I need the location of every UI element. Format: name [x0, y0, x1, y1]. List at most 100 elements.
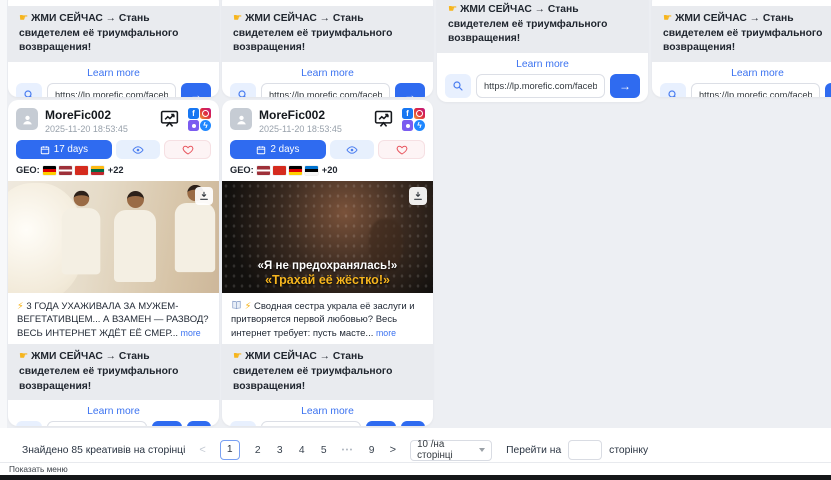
ad-creative-image: [8, 181, 219, 293]
url-row: →: [8, 83, 219, 97]
header-icons: f ϟ: [158, 108, 211, 131]
bottom-black-bar: [0, 475, 831, 480]
ad-creative-image: «Я не предохранялась!» «Трахай её жёстко…: [222, 181, 433, 293]
learn-more-link[interactable]: Learn more: [222, 406, 433, 417]
search-icon: [23, 89, 35, 97]
preview-button[interactable]: [116, 140, 161, 159]
open-url-button[interactable]: →: [395, 83, 425, 97]
ad-card-1: MoreFic002 2025-11-20 18:53:45 f ϟ 17 da…: [8, 100, 219, 426]
open-url-button[interactable]: →: [152, 421, 182, 426]
learn-more-link[interactable]: Learn more: [437, 59, 648, 70]
cta-text: ЖМИ СЕЙЧАС → Стань свидетелем её триумфа…: [233, 13, 392, 53]
learn-more-link[interactable]: Learn more: [8, 406, 219, 417]
days-active-button[interactable]: 17 days: [16, 140, 112, 159]
geo-label: GEO:: [16, 165, 40, 175]
pointing-hand-icon: ☛: [233, 351, 242, 362]
goto-page-group: Перейти на сторінку: [506, 440, 648, 460]
page-5[interactable]: 5: [320, 445, 328, 456]
search-button[interactable]: [660, 83, 686, 97]
facebook-icon: f: [402, 108, 413, 119]
header-icons: f ϟ: [372, 108, 425, 131]
show-menu-bar[interactable]: Показать меню: [0, 462, 831, 475]
pages-ellipsis[interactable]: •••: [342, 447, 354, 454]
zap-icon: ⚡: [17, 301, 24, 312]
landing-url-input[interactable]: [261, 83, 390, 97]
download-icon: [199, 191, 209, 201]
learn-more-link[interactable]: Learn more: [8, 68, 219, 79]
ad-card-top-2: ☛ ЖМИ СЕЙЧАС → Стань свидетелем её триум…: [222, 0, 433, 97]
pointing-hand-icon: ☛: [448, 4, 457, 15]
search-icon: [237, 89, 249, 97]
open-url-button[interactable]: →: [610, 74, 640, 98]
geo-flag: [91, 166, 104, 175]
ad-card-2: MoreFic002 2025-11-20 18:53:45 f ϟ 2 day…: [222, 100, 433, 426]
landing-url-input[interactable]: [47, 83, 176, 97]
presentation-board-icon: [158, 108, 181, 129]
advertiser-name: MoreFic002: [259, 108, 372, 122]
page-size-value: 10 /на сторінці: [417, 439, 479, 461]
next-page-button[interactable]: >: [390, 444, 396, 456]
image-caption: «Я не предохранялась!» «Трахай её жёстко…: [222, 260, 433, 287]
landing-url-input[interactable]: [476, 74, 605, 98]
geo-flag: [273, 166, 286, 175]
calendar-icon: [256, 145, 266, 155]
open-url-button[interactable]: →: [366, 421, 396, 426]
prev-page-button[interactable]: <: [199, 444, 205, 456]
chevron-down-icon: [479, 448, 485, 452]
learn-more-link[interactable]: Learn more: [652, 68, 831, 79]
heart-icon: [396, 144, 408, 156]
search-button[interactable]: [16, 83, 42, 97]
search-button[interactable]: [16, 421, 42, 426]
preview-button[interactable]: [330, 140, 375, 159]
favorite-button[interactable]: [378, 140, 425, 159]
landing-url-input[interactable]: [691, 83, 820, 97]
search-icon: [452, 80, 464, 92]
pointing-hand-icon: ☛: [663, 13, 672, 24]
avatar: [230, 108, 252, 130]
open-url-button[interactable]: →: [825, 83, 831, 97]
cta-quote-box: ☛ ЖМИ СЕЙЧАС → Стань свидетелем её триум…: [652, 6, 831, 62]
favorite-button[interactable]: [164, 140, 211, 159]
zap-icon: ⚡: [245, 301, 252, 312]
geo-flag: [289, 166, 302, 175]
goto-suffix-label: сторінку: [609, 445, 648, 456]
ad-spy-results-page: ☛ ЖМИ СЕЙЧАС → Стань свидетелем её триум…: [0, 0, 831, 480]
ad-body-text: ⚡ 3 ГОДА УХАЖИВАЛА ЗА МУЖЕМ-ВЕГЕТАТИВЦЕМ…: [8, 293, 219, 344]
page-9[interactable]: 9: [368, 445, 376, 456]
pointing-hand-icon: ☛: [19, 351, 28, 362]
url-row: →: [222, 421, 433, 426]
download-button[interactable]: [187, 421, 211, 426]
placement-icons: f ϟ: [188, 108, 211, 131]
search-button[interactable]: [230, 83, 256, 97]
page-1[interactable]: 1: [220, 440, 240, 460]
page-4[interactable]: 4: [298, 445, 306, 456]
search-button[interactable]: [445, 74, 471, 98]
page-2[interactable]: 2: [254, 445, 262, 456]
landing-url-input[interactable]: [47, 421, 147, 426]
search-button[interactable]: [230, 421, 256, 426]
more-link[interactable]: more: [181, 328, 201, 338]
download-icon: [413, 191, 423, 201]
ad-card-top-4: ☛ ЖМИ СЕЙЧАС → Стань свидетелем её триум…: [652, 0, 831, 97]
open-url-button[interactable]: →: [181, 83, 211, 97]
page-3[interactable]: 3: [276, 445, 284, 456]
url-row: →: [8, 421, 219, 426]
figure: [114, 191, 156, 282]
goto-page-input[interactable]: [568, 440, 602, 460]
days-label: 2 days: [270, 144, 299, 155]
pointing-hand-icon: ☛: [19, 13, 28, 24]
ad-body-text: ⚡ Сводная сестра украла её заслуги и при…: [222, 293, 433, 344]
learn-more-link[interactable]: Learn more: [222, 68, 433, 79]
more-link[interactable]: more: [376, 328, 396, 338]
card-header: MoreFic002 2025-11-20 18:53:45 f ϟ: [222, 100, 433, 138]
advertiser-info: MoreFic002 2025-11-20 18:53:45: [45, 108, 158, 134]
download-button[interactable]: [401, 421, 425, 426]
download-image-button[interactable]: [409, 187, 427, 205]
download-image-button[interactable]: [195, 187, 213, 205]
page-size-select[interactable]: 10 /на сторінці: [410, 440, 492, 461]
days-active-button[interactable]: 2 days: [230, 140, 326, 159]
pointing-hand-icon: ☛: [233, 13, 242, 24]
ad-card-top-1: ☛ ЖМИ СЕЙЧАС → Стань свидетелем её триум…: [8, 0, 219, 97]
landing-url-input[interactable]: [261, 421, 361, 426]
geo-flag: [75, 166, 88, 175]
